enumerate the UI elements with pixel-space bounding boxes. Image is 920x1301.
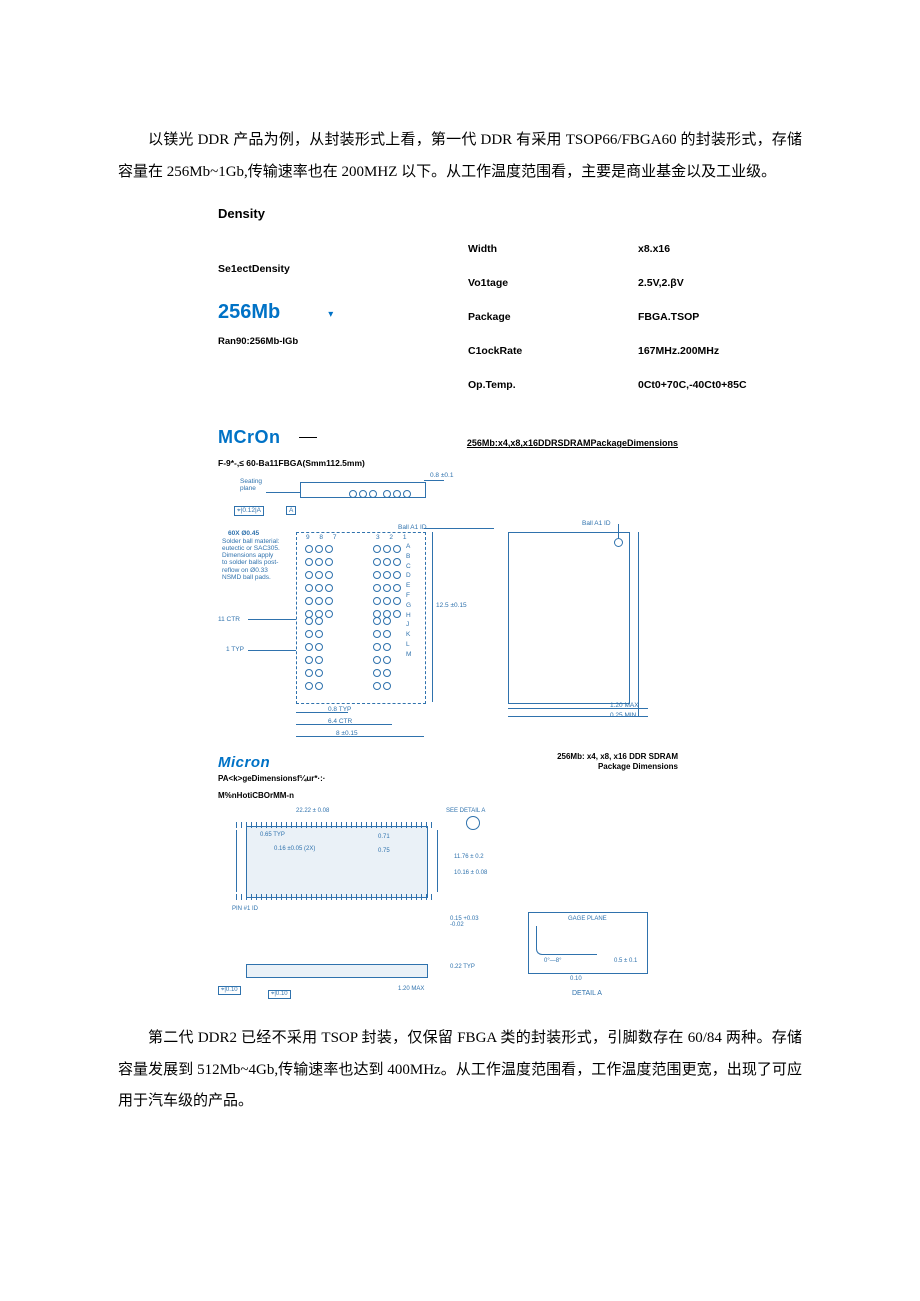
- paragraph-2: 第二代 DDR2 已经不采用 TSOP 封装，仅保留 FBGA 类的封装形式，引…: [118, 1023, 802, 1118]
- label-025min: 0.25 MIN: [610, 712, 636, 719]
- density-range: Ran90:256Mb-IGb: [218, 336, 428, 347]
- table-row: PackageFBGA.TSOP: [468, 311, 802, 323]
- label-ball-a1-right: Ball A1 ID: [582, 520, 611, 527]
- dim-120max-b: 1.20 MAX: [398, 986, 424, 992]
- dim-075: 0.75: [378, 848, 390, 854]
- spec-key: Vo1tage: [468, 277, 638, 289]
- label-top-tol: 0.8 ±0.1: [430, 472, 453, 479]
- label-11ctr: 11 CTR: [218, 616, 240, 623]
- table-row: Vo1tage2.5V,2.βV: [468, 277, 802, 289]
- table-row: Widthx8.x16: [468, 243, 802, 255]
- dim-angle: 0°—8°: [544, 958, 561, 964]
- label-rows: A B C D E F G H J K L M: [406, 542, 411, 660]
- table-row: Op.Temp.0Ct0+70C,-40Ct0+85C: [468, 379, 802, 391]
- diagram-fbga: MCrOn 256Mb:x4,x8,x16DDRSDRAMPackageDime…: [218, 427, 678, 1008]
- micron-logo: MCrOn: [218, 427, 281, 448]
- spec-val: FBGA.TSOP: [638, 311, 699, 323]
- dim-detailA: SEE DETAIL A: [446, 808, 485, 814]
- spec-key: Op.Temp.: [468, 379, 638, 391]
- density-value[interactable]: 256Mb: [218, 301, 280, 324]
- dim-flat: ⌖|0.10: [218, 986, 241, 995]
- diagram-title: 256Mb:x4,x8,x16DDRSDRAMPackageDimensions: [335, 438, 679, 448]
- spec-key: C1ockRate: [468, 345, 638, 357]
- spec-key: Width: [468, 243, 638, 255]
- label-cols-right: 3 2 1: [376, 534, 410, 541]
- spec-table: Widthx8.x16 Vo1tage2.5V,2.βV PackageFBGA…: [468, 243, 802, 413]
- label-08typ: 0.8 TYP: [328, 706, 351, 713]
- chevron-down-icon[interactable]: ▾: [328, 309, 333, 320]
- tsop-schematic: 22.22 ± 0.08 0.65 TYP 0.16 ±0.05 (2X) 0.…: [218, 808, 658, 1008]
- diagram2-sub1: PA<k>geDimensionsf¼ur*·:·: [218, 774, 678, 783]
- label-detailA: DETAIL A: [572, 990, 602, 997]
- dim-h1: 11.76 ± 0.2: [454, 854, 484, 860]
- dim-022: 0.22 TYP: [450, 964, 475, 970]
- dim-len: 22.22 ± 0.08: [296, 808, 329, 814]
- dim-pin1: PIN #1 ID: [232, 906, 258, 912]
- label-1typ: 1 TYP: [226, 646, 244, 653]
- diagram2-title: 256Mb: x4, x8, x16 DDR SDRAM Package Dim…: [282, 752, 678, 772]
- label-datum-a: A: [286, 506, 296, 515]
- label-cols-left: 9 8 7: [306, 534, 340, 541]
- label-120max: 1.20 MAX: [610, 702, 639, 709]
- label-60x: 60X Ø0.45: [228, 530, 259, 537]
- spec-val: 0Ct0+70C,-40Ct0+85C: [638, 379, 747, 391]
- spec-panel: Density Se1ectDensity 256Mb ▾ Ran90:256M…: [218, 206, 802, 413]
- spec-val: x8.x16: [638, 243, 670, 255]
- label-gdt: ⌖|0.12|A: [234, 506, 264, 516]
- label-ball-a1: Ball A1 ID: [398, 524, 427, 531]
- select-density-label: Se1ectDensity: [218, 263, 428, 275]
- dim-05: 0.5 ± 0.1: [614, 958, 637, 964]
- diagram2-sub2: M%nHotiCBOrMM-n: [218, 791, 678, 800]
- dim-flat2: ⌖|0.10: [268, 990, 291, 999]
- dim-gage: GAGE PLANE: [568, 916, 607, 922]
- paragraph-1: 以镁光 DDR 产品为例，从封装形式上看，第一代 DDR 有采用 TSOP66/…: [118, 125, 802, 188]
- diagram-subtitle: F-9*-,≤ 60-Ba11FBGA(Smm112.5mm): [218, 458, 678, 468]
- dim-ltol: 0.16 ±0.05 (2X): [274, 846, 315, 852]
- spec-val: 167MHz.200MHz: [638, 345, 719, 357]
- dim-h2: 10.16 ± 0.08: [454, 870, 487, 876]
- dim-015: 0.15 +0.03 -0.02: [450, 916, 479, 928]
- micron-logo-2: Micron: [218, 754, 270, 771]
- fbga-schematic: Seating plane ⌖|0.12|A A 0.8 ±0.1 60X Ø0…: [218, 476, 658, 746]
- dim-010: 0.10: [570, 976, 582, 982]
- label-notes: Solder ball material: eutectic or SAC305…: [222, 538, 292, 581]
- label-8w: 8 ±0.15: [336, 730, 358, 737]
- table-row: C1ockRate167MHz.200MHz: [468, 345, 802, 357]
- spec-val: 2.5V,2.βV: [638, 277, 684, 289]
- density-title: Density: [218, 206, 802, 221]
- label-64ctr: 6.4 CTR: [328, 718, 352, 725]
- label-seating-plane: Seating plane: [240, 478, 262, 492]
- label-height: 12.5 ±0.15: [436, 602, 467, 609]
- dim-pitch: 0.65 TYP: [260, 832, 285, 838]
- dim-071: 0.71: [378, 834, 390, 840]
- spec-key: Package: [468, 311, 638, 323]
